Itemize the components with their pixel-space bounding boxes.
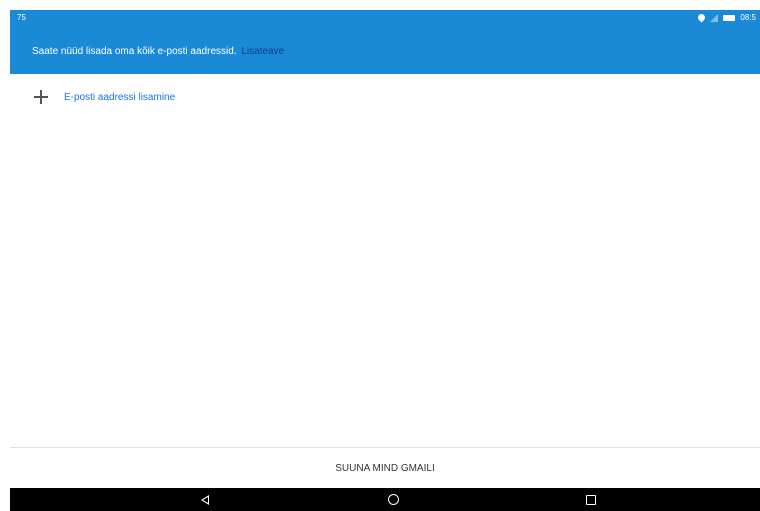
- gmail-button-label: SUUNA MIND GMAILI: [335, 462, 435, 474]
- plus-icon: [34, 90, 48, 104]
- battery-icon: [723, 14, 736, 21]
- add-email-address-button[interactable]: E-posti aadressi lisamine: [34, 90, 175, 104]
- signal-icon: [710, 13, 719, 22]
- banner-text: Saate nüüd lisada oma kõik e-posti aadre…: [32, 46, 237, 57]
- navigation-bar: [10, 488, 760, 511]
- android-screen: 75 08:5 Saate nüüd lisada oma kõik e-pos…: [10, 10, 760, 511]
- home-icon: [387, 494, 399, 505]
- back-button[interactable]: [190, 488, 220, 511]
- status-time: 08:5: [740, 13, 756, 22]
- email-list-area: [10, 74, 760, 447]
- banner-message: Saate nüüd lisada oma kõik e-posti aadre…: [32, 46, 284, 57]
- status-indicator: 75: [17, 13, 26, 22]
- home-button[interactable]: [378, 488, 408, 511]
- take-me-to-gmail-button[interactable]: SUUNA MIND GMAILI: [10, 448, 760, 488]
- learn-more-link[interactable]: Lisateave: [241, 46, 284, 57]
- recents-button[interactable]: [576, 488, 606, 511]
- left-margin: [0, 0, 10, 511]
- location-icon: [696, 12, 707, 23]
- recents-icon: [586, 494, 596, 505]
- status-icons: 08:5: [696, 12, 756, 23]
- back-icon: [201, 494, 209, 505]
- info-banner: Saate nüüd lisada oma kõik e-posti aadre…: [10, 28, 760, 74]
- add-email-label: E-posti aadressi lisamine: [64, 91, 176, 103]
- status-bar: 75 08:5: [10, 10, 760, 28]
